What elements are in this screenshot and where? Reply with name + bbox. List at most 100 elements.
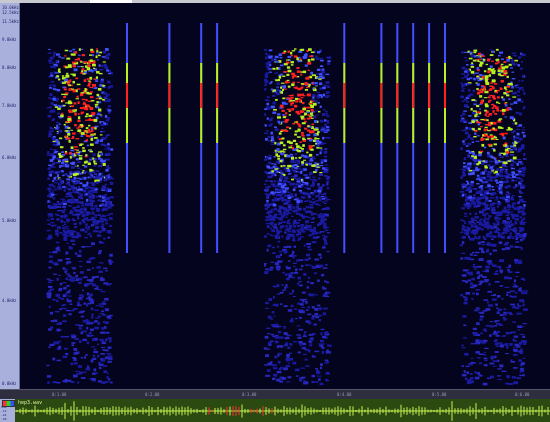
- spectro-cell: [66, 284, 70, 287]
- spectro-cell: [55, 53, 60, 56]
- spectro-cell: [91, 267, 95, 269]
- spectro-cell: [266, 248, 269, 252]
- spectro-cell: [263, 183, 267, 185]
- spectro-cell: [63, 217, 66, 219]
- spectro-cell: [498, 160, 501, 162]
- spectro-cell: [474, 115, 477, 118]
- spectro-cell: [89, 282, 93, 284]
- spectro-cell: [488, 224, 491, 228]
- spectro-cell: [500, 178, 504, 180]
- color-palette-icon[interactable]: [2, 400, 15, 407]
- spectro-cell: [288, 219, 291, 221]
- spectro-cell: [518, 196, 522, 198]
- spectro-cell: [307, 62, 312, 65]
- spectro-cell: [460, 176, 463, 179]
- spectro-cell: [499, 285, 504, 287]
- spectro-cell: [94, 191, 98, 193]
- spectro-cell: [499, 342, 503, 345]
- spectro-cell: [469, 157, 473, 159]
- spectro-cell: [293, 308, 298, 310]
- spectro-cell: [283, 50, 287, 53]
- spectro-cell: [519, 229, 523, 233]
- spectro-cell: [296, 259, 300, 262]
- spectro-cell: [514, 260, 518, 264]
- spectro-cell: [502, 98, 505, 101]
- spectrogram-view[interactable]: [20, 3, 550, 389]
- spectro-cell: [106, 353, 112, 355]
- spectro-cell: [305, 365, 310, 367]
- spectro-cell: [280, 73, 283, 76]
- spectro-cell: [515, 86, 520, 89]
- spectro-cell: [475, 308, 480, 311]
- spectro-cell: [81, 68, 85, 71]
- spectro-cell: [485, 179, 488, 181]
- spectro-cell: [98, 303, 102, 305]
- spectro-cell: [78, 155, 83, 157]
- spectro-cell: [277, 151, 282, 153]
- spectro-cell: [272, 246, 275, 249]
- spectro-cell: [521, 167, 525, 169]
- spectro-cell: [70, 280, 74, 282]
- spectro-cell: [520, 53, 525, 57]
- spectro-cell: [101, 143, 105, 146]
- spectro-cell: [300, 224, 304, 228]
- spectro-cell: [303, 168, 307, 171]
- spectro-cell: [271, 235, 275, 237]
- spectro-cell: [68, 139, 71, 143]
- spectro-cell: [310, 282, 314, 285]
- spectro-cell: [76, 83, 81, 86]
- spectro-cell: [94, 87, 98, 90]
- spectro-cell: [506, 58, 510, 62]
- spectro-cell: [273, 207, 278, 211]
- spectro-cell: [468, 88, 471, 92]
- spectro-cell: [285, 365, 290, 367]
- spectro-cell: [104, 67, 108, 69]
- spectro-cell: [470, 361, 476, 364]
- spectro-cell: [490, 156, 495, 159]
- spectro-cell: [88, 191, 91, 195]
- spectro-cell: [496, 331, 500, 334]
- spectro-cell: [461, 224, 465, 227]
- spectro-cell: [312, 229, 317, 233]
- spectro-cell: [56, 201, 60, 203]
- spectro-cell: [93, 78, 96, 80]
- spectro-cell: [101, 56, 106, 58]
- spectro-cell: [489, 54, 494, 56]
- spectro-cell: [485, 181, 488, 183]
- spectro-cell: [486, 119, 489, 122]
- spectro-cell: [325, 371, 330, 375]
- spectro-cell: [102, 61, 106, 63]
- spectro-cell: [512, 338, 516, 342]
- waveform-view[interactable]: hep3.wav: [15, 399, 550, 422]
- spectro-cell: [304, 187, 308, 189]
- spectro-cell: [508, 55, 511, 59]
- spectro-cell: [521, 61, 524, 63]
- spectro-cell: [483, 357, 488, 360]
- spectro-cell: [311, 315, 316, 317]
- spectro-cell: [101, 223, 105, 226]
- spectro-cell: [65, 309, 71, 312]
- spectro-cell: [92, 379, 96, 382]
- spectro-cell: [312, 93, 316, 97]
- spectro-cell: [494, 179, 498, 182]
- spectro-cell: [478, 220, 482, 223]
- spectro-cell: [89, 175, 93, 179]
- spectro-cell: [518, 80, 521, 82]
- spectro-cell: [275, 334, 279, 336]
- spectro-cell: [321, 216, 324, 220]
- spectro-cell: [48, 346, 51, 348]
- spectro-cell: [294, 130, 298, 133]
- frequency-ruler[interactable]: 10.0kHz 12.5kHz 11.5kHz 9.0kHz 8.0kHz 7.…: [0, 3, 20, 389]
- spectro-cell: [512, 305, 517, 309]
- spectro-cell: [106, 69, 109, 72]
- spectro-cell: [59, 282, 62, 286]
- spectro-cell: [47, 381, 50, 384]
- spectro-cell: [476, 271, 480, 275]
- spectro-cell: [511, 167, 515, 170]
- spectro-cell: [81, 214, 86, 218]
- spectro-cell: [487, 304, 493, 307]
- spectro-cell: [289, 193, 292, 196]
- spectro-cell: [482, 382, 488, 386]
- spectro-cell: [80, 207, 83, 210]
- spectro-cell: [97, 165, 101, 167]
